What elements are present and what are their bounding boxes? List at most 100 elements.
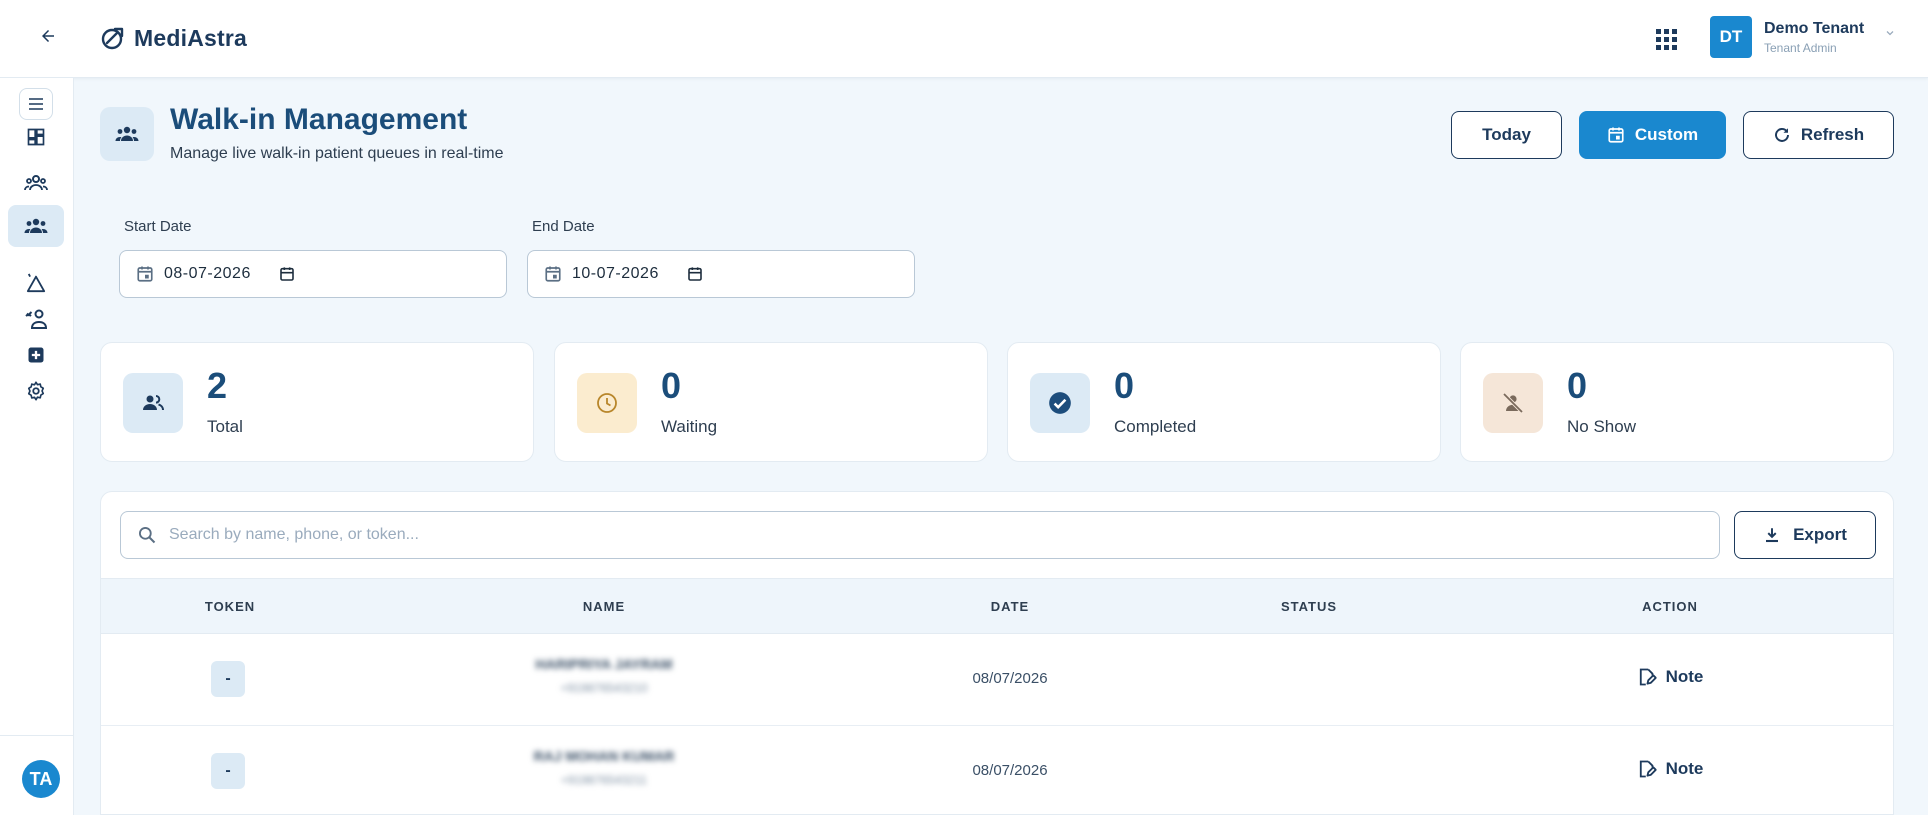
user-role: Tenant Admin <box>1764 40 1837 55</box>
apps-grid-dot <box>1663 28 1669 34</box>
column-header-token[interactable]: TOKEN <box>205 579 255 635</box>
custom-button[interactable]: Custom <box>1579 111 1726 159</box>
refresh-icon <box>1774 128 1789 142</box>
sidebar-item-patients[interactable] <box>8 162 64 204</box>
patient-name-cell: RAJ MOHAN KUMAR +919876543211 <box>534 748 675 787</box>
gear-icon <box>27 381 45 401</box>
stat-value-no-show: 0 <box>1567 365 1588 406</box>
dashboard-icon <box>27 128 45 146</box>
stat-label-total: Total <box>207 417 243 436</box>
search-field[interactable] <box>120 511 1720 559</box>
start-date-picker-button[interactable] <box>279 266 295 282</box>
sidebar: TA <box>0 78 74 815</box>
calendar-picker-icon <box>280 267 294 281</box>
calendar-icon <box>137 266 153 282</box>
stat-icon-no-show <box>1483 373 1543 433</box>
column-header-name[interactable]: NAME <box>583 579 625 635</box>
top-bar: MediAstra DT Demo Tenant Tenant Admin <box>0 0 1928 78</box>
user-menu[interactable]: DT Demo Tenant Tenant Admin <box>1710 16 1896 58</box>
arrow-left-icon <box>42 30 54 42</box>
sidebar-item-walk-in[interactable] <box>8 205 64 247</box>
patient-name: RAJ MOHAN KUMAR <box>533 748 675 764</box>
sidebar-user-avatar[interactable]: TA <box>22 760 60 798</box>
stat-label-completed: Completed <box>1114 417 1197 436</box>
token-chip: - <box>211 661 245 697</box>
table-row[interactable]: - RAJ MOHAN KUMAR +919876543211 08/07/20… <box>101 726 1893 814</box>
staff-icon <box>25 309 48 329</box>
stat-icon-waiting <box>577 373 637 433</box>
clock-icon <box>597 393 617 413</box>
walk-in-icon <box>24 218 48 233</box>
end-date-label: End Date <box>532 218 595 235</box>
apps-grid-icon <box>1655 28 1661 34</box>
apps-grid-dot <box>1655 36 1661 42</box>
page-title: Walk-in Management <box>170 103 468 136</box>
chevron-down-icon <box>1886 31 1894 36</box>
brand-logo[interactable]: MediAstra <box>100 22 247 54</box>
note-button-label: Note <box>1665 667 1704 686</box>
start-date-label: Start Date <box>124 218 192 235</box>
end-date-value: 10-07-2026 <box>572 265 659 282</box>
edit-note-icon <box>1639 760 1657 778</box>
patient-name-cell: HARIPRIYA JAYRAM +919876543210 <box>536 656 673 695</box>
patient-phone: +919876543210 <box>560 681 648 695</box>
page-subtitle: Manage live walk-in patient queues in re… <box>170 145 504 162</box>
start-date-field[interactable]: 08-07-2026 <box>119 250 507 298</box>
delta-icon <box>26 273 46 293</box>
person-off-icon <box>1502 392 1524 414</box>
user-info: Demo Tenant Tenant Admin <box>1764 20 1864 55</box>
search-input[interactable] <box>169 526 1669 544</box>
visit-date: 08/07/2026 <box>972 670 1048 687</box>
table-header: TOKEN NAME DATE STATUS ACTION <box>101 578 1893 635</box>
search-icon <box>139 527 156 544</box>
stat-card-completed: 0 Completed <box>1007 342 1441 462</box>
end-date-field[interactable]: 10-07-2026 <box>527 250 915 298</box>
check-circle-icon <box>1049 392 1071 414</box>
walk-in-table-card: Export TOKEN NAME DATE STATUS ACTION - H… <box>100 491 1894 815</box>
hamburger-icon <box>29 98 43 110</box>
stat-card-total: 2 Total <box>100 342 534 462</box>
export-button-label: Export <box>1793 525 1847 544</box>
stat-icon-total <box>123 373 183 433</box>
table-row[interactable]: - HARIPRIYA JAYRAM +919876543210 08/07/2… <box>101 634 1893 726</box>
user-avatar: DT <box>1710 16 1752 58</box>
user-name: Demo Tenant <box>1764 19 1865 37</box>
patients-icon <box>24 175 48 191</box>
today-button[interactable]: Today <box>1451 111 1562 159</box>
stat-value-waiting: 0 <box>661 365 682 406</box>
apps-grid-dot <box>1655 44 1661 50</box>
group-icon <box>143 395 164 411</box>
custom-button-label: Custom <box>1634 125 1699 144</box>
sidebar-item-dashboard[interactable] <box>8 116 64 158</box>
medical-plus-icon <box>28 347 44 363</box>
export-button[interactable]: Export <box>1734 511 1876 559</box>
column-header-status[interactable]: STATUS <box>1281 579 1337 635</box>
apps-grid-button[interactable] <box>1652 25 1680 53</box>
patient-phone: +919876543211 <box>560 773 648 787</box>
refresh-button[interactable]: Refresh <box>1743 111 1894 159</box>
page-icon <box>100 107 154 161</box>
apps-grid-dot <box>1671 36 1677 42</box>
apps-grid-dot <box>1671 28 1677 34</box>
calendar-picker-icon <box>688 267 702 281</box>
visit-date: 08/07/2026 <box>972 762 1048 779</box>
stat-icon-completed <box>1030 373 1090 433</box>
stat-card-no-show: 0 No Show <box>1460 342 1894 462</box>
back-button[interactable] <box>34 22 62 50</box>
note-button[interactable]: Note <box>1637 667 1704 687</box>
column-header-date[interactable]: DATE <box>991 579 1029 635</box>
brand-name: MediAstra <box>134 24 247 51</box>
apps-grid-dot <box>1671 44 1677 50</box>
stat-value-total: 2 <box>207 365 228 406</box>
token-chip: - <box>211 753 245 789</box>
stat-label-no-show: No Show <box>1567 417 1636 436</box>
patient-name: HARIPRIYA JAYRAM <box>535 656 673 672</box>
column-header-action[interactable]: ACTION <box>1642 579 1698 635</box>
end-date-picker-button[interactable] <box>687 266 703 282</box>
sidebar-item-settings[interactable] <box>8 370 64 412</box>
apps-grid-dot <box>1663 36 1669 42</box>
walk-in-icon <box>115 126 139 141</box>
edit-note-icon <box>1639 668 1657 686</box>
download-icon <box>1766 528 1779 543</box>
note-button[interactable]: Note <box>1637 759 1703 779</box>
